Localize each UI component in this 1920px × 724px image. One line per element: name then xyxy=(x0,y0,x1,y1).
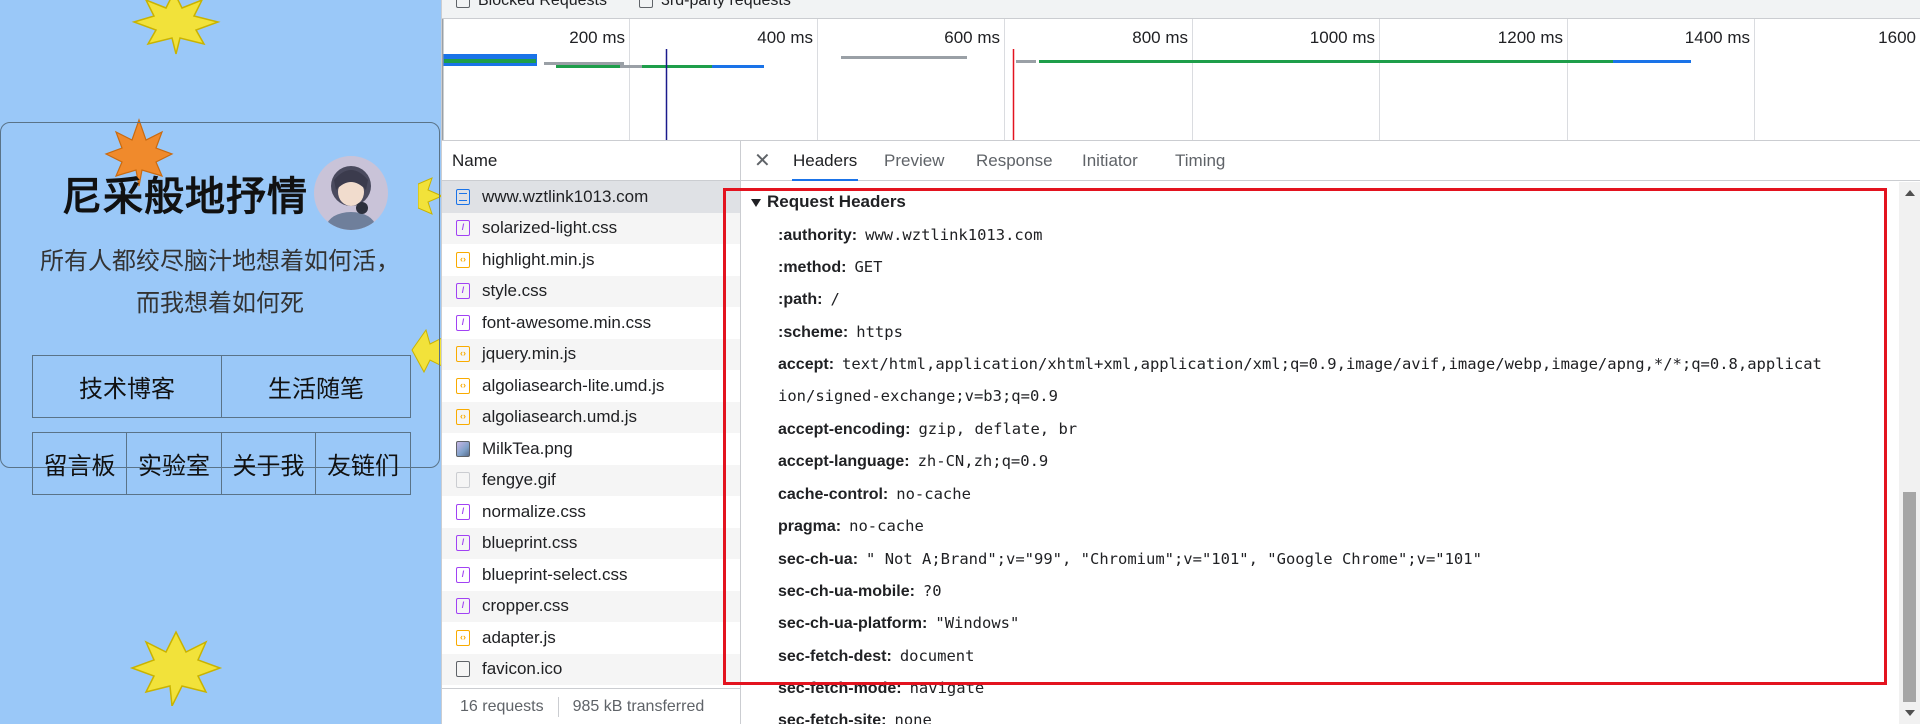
tab-headers[interactable]: Headers xyxy=(792,141,859,181)
stylesheet-icon: / xyxy=(456,535,470,552)
request-row[interactable]: / normalize.css xyxy=(442,496,740,528)
header-row: accept: text/html,application/xhtml+xml,a… xyxy=(778,355,1822,373)
blocked-requests-label: Blocked Requests xyxy=(478,0,607,9)
request-row[interactable]: ‹› algoliasearch.umd.js xyxy=(442,401,740,433)
network-status-bar: 16 requests 985 kB transferred xyxy=(442,688,740,724)
tick-label: 800 ms xyxy=(1132,28,1188,47)
divider xyxy=(557,696,559,717)
blocked-requests-checkbox[interactable]: Blocked Requests xyxy=(456,0,607,10)
request-row[interactable]: ‹› highlight.min.js xyxy=(442,244,740,276)
tick-label: 1200 ms xyxy=(1498,28,1563,47)
motto-line-2: 而我想着如何死 xyxy=(136,289,304,317)
header-row: :path: / xyxy=(778,290,840,308)
triangle-down-icon[interactable] xyxy=(751,198,761,207)
header-row-continuation: ion/signed-exchange;v=b3;q=0.9 xyxy=(778,387,1058,405)
request-row[interactable]: MilkTea.png xyxy=(442,433,740,465)
website-panel: 尼采般地抒情 所有人都绞尽脑汁地想着如何活， 而我想着如何死 技术博客 生活随笔… xyxy=(0,0,441,724)
nav-life-essays[interactable]: 生活随笔 xyxy=(221,355,411,418)
nav-about[interactable]: 关于我 xyxy=(221,432,316,495)
tab-initiator[interactable]: Initiator xyxy=(1082,141,1138,181)
motto-line-1: 所有人都绞尽脑汁地想着如何活， xyxy=(40,247,400,275)
third-party-checkbox[interactable]: 3rd-party requests xyxy=(639,0,791,10)
filter-bar: Blocked Requests 3rd-party requests xyxy=(442,0,1920,19)
header-row: sec-fetch-site: none xyxy=(778,711,932,724)
maple-leaf-icon xyxy=(131,0,221,55)
header-row: accept-language: zh-CN,zh;q=0.9 xyxy=(778,452,1049,470)
name-column-header[interactable]: Name xyxy=(442,141,740,181)
scrollbar-thumb[interactable] xyxy=(1903,492,1916,702)
request-detail-pane: ✕ Headers Preview Response Initiator Tim… xyxy=(741,141,1920,724)
request-row[interactable]: ‹› algoliasearch-lite.umd.js xyxy=(442,370,740,402)
request-row[interactable]: / style.css xyxy=(442,275,740,307)
header-row: :authority: www.wztlink1013.com xyxy=(778,226,1043,244)
header-row: :scheme: https xyxy=(778,323,903,341)
script-icon: ‹› xyxy=(456,629,470,646)
nav-guestbook[interactable]: 留言板 xyxy=(32,432,127,495)
stylesheet-icon: / xyxy=(456,503,470,520)
tab-response[interactable]: Response xyxy=(976,141,1053,181)
request-headers-section[interactable]: Request Headers xyxy=(751,192,906,212)
request-row[interactable]: www.wztlink1013.com xyxy=(442,181,740,213)
nav-friend-links[interactable]: 友链们 xyxy=(315,432,411,495)
header-row: sec-fetch-mode: navigate xyxy=(778,679,985,697)
header-row: pragma: no-cache xyxy=(778,517,924,535)
header-row: accept-encoding: gzip, deflate, br xyxy=(778,420,1078,438)
tick-label: 1600 xyxy=(1878,28,1916,47)
header-row: cache-control: no-cache xyxy=(778,485,971,503)
document-icon xyxy=(456,188,470,205)
tick-label: 1000 ms xyxy=(1310,28,1375,47)
close-icon[interactable]: ✕ xyxy=(754,148,771,173)
avatar[interactable] xyxy=(314,156,388,230)
header-row: sec-fetch-dest: document xyxy=(778,647,975,665)
timeline-overview[interactable]: 200 ms 400 ms 600 ms 800 ms 1000 ms 1200… xyxy=(442,19,1920,141)
image-icon xyxy=(456,440,470,457)
header-row: sec-ch-ua-platform: "Windows" xyxy=(778,614,1020,632)
maple-leaf-icon xyxy=(129,630,223,706)
header-row: sec-ch-ua: " Not A;Brand";v="99", "Chromi… xyxy=(778,550,1482,568)
stylesheet-icon: / xyxy=(456,314,470,331)
script-icon: ‹› xyxy=(456,409,470,426)
script-icon: ‹› xyxy=(456,377,470,394)
nav-lab[interactable]: 实验室 xyxy=(126,432,222,495)
request-row[interactable]: ‹› adapter.js xyxy=(442,622,740,654)
request-row[interactable]: / blueprint.css xyxy=(442,527,740,559)
script-icon: ‹› xyxy=(456,251,470,268)
request-row[interactable]: / font-awesome.min.css xyxy=(442,307,740,339)
scroll-up-icon[interactable] xyxy=(1905,190,1915,196)
checkbox-icon[interactable] xyxy=(456,0,470,8)
detail-tabs: ✕ Headers Preview Response Initiator Tim… xyxy=(741,141,1920,181)
header-row: :method: GET xyxy=(778,258,883,276)
tab-preview[interactable]: Preview xyxy=(884,141,944,181)
scroll-down-icon[interactable] xyxy=(1905,710,1915,716)
request-row[interactable]: fengye.gif xyxy=(442,464,740,496)
request-row[interactable]: / blueprint-select.css xyxy=(442,559,740,591)
tab-timing[interactable]: Timing xyxy=(1175,141,1225,181)
tick-label: 200 ms xyxy=(569,28,625,47)
tick-label: 400 ms xyxy=(757,28,813,47)
stylesheet-icon: / xyxy=(456,220,470,237)
request-row[interactable]: / cropper.css xyxy=(442,590,740,622)
headers-content: Request Headers :authority: www.wztlink10… xyxy=(741,182,1901,724)
tick-label: 600 ms xyxy=(944,28,1000,47)
request-row[interactable]: ‹› jquery.min.js xyxy=(442,338,740,370)
scrollbar[interactable] xyxy=(1899,182,1920,724)
request-count: 16 requests xyxy=(460,697,544,715)
stylesheet-icon: / xyxy=(456,566,470,583)
gif-icon xyxy=(456,472,470,489)
request-row[interactable]: favicon.ico xyxy=(442,653,740,685)
request-row[interactable]: / solarized-light.css xyxy=(442,212,740,244)
stylesheet-icon: / xyxy=(456,283,470,300)
request-list: Name www.wztlink1013.com / solarized-ligh… xyxy=(442,141,741,724)
stylesheet-icon: / xyxy=(456,598,470,615)
tick-label: 1400 ms xyxy=(1685,28,1750,47)
nav-tech-blog[interactable]: 技术博客 xyxy=(32,355,222,418)
script-icon: ‹› xyxy=(456,346,470,363)
third-party-label: 3rd-party requests xyxy=(661,0,791,9)
checkbox-icon[interactable] xyxy=(639,0,653,8)
transferred-size: 985 kB transferred xyxy=(572,697,705,715)
favicon-icon xyxy=(456,661,470,678)
blog-title: 尼采般地抒情 xyxy=(62,174,308,220)
header-row: sec-ch-ua-mobile: ?0 xyxy=(778,582,942,600)
devtools-network-panel: Blocked Requests 3rd-party requests 200 … xyxy=(441,0,1920,724)
